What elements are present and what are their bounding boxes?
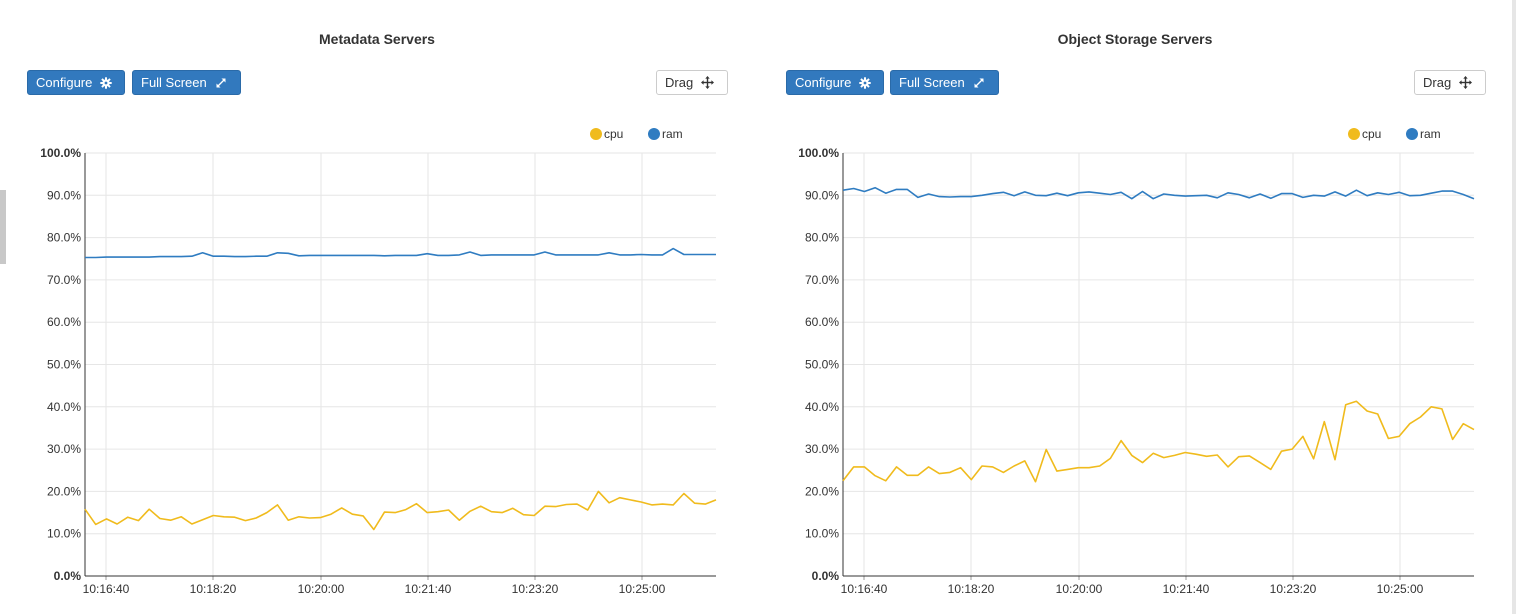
legend-swatch-ram: [1406, 128, 1418, 140]
series-line-cpu: [842, 400, 1475, 483]
expand-icon: [973, 77, 985, 89]
x-tick-label: 10:23:20: [1270, 582, 1317, 596]
x-tick-label: 10:18:20: [190, 582, 237, 596]
y-tick-label: 50.0%: [47, 358, 81, 372]
drag-button-label: Drag: [665, 75, 694, 90]
y-tick-label: 100.0%: [40, 146, 81, 160]
y-tick-label: 30.0%: [47, 442, 81, 456]
y-tick-label: 80.0%: [805, 231, 839, 245]
x-tick-label: 10:21:40: [1163, 582, 1210, 596]
series-line-ram: [842, 186, 1475, 200]
y-tick-label: 10.0%: [805, 527, 839, 541]
object-storage-servers-panel: Object Storage Servers Configure Full Sc…: [758, 0, 1516, 614]
drag-button[interactable]: Drag: [1414, 70, 1486, 95]
y-tick-label: 60.0%: [805, 315, 839, 329]
x-tick-label: 10:25:00: [619, 582, 666, 596]
full-screen-button[interactable]: Full Screen: [132, 70, 241, 95]
full-screen-button-label: Full Screen: [899, 75, 965, 90]
legend-label-ram: ram: [662, 127, 683, 141]
y-tick-label: 80.0%: [47, 231, 81, 245]
metadata-servers-chart: 0.0% 10.0% 20.0% 30.0% 40.0% 50.0% 60.0% 70.0% 8…: [40, 127, 717, 596]
panel-title: Object Storage Servers: [1057, 31, 1213, 47]
metadata-servers-panel: Metadata Servers Configure Full Screen D…: [0, 0, 758, 614]
y-tick-label: 70.0%: [47, 273, 81, 287]
x-tick-label: 10:23:20: [512, 582, 559, 596]
x-tick-label: 10:18:20: [948, 582, 995, 596]
y-tick-label: 20.0%: [805, 484, 839, 498]
drag-button[interactable]: Drag: [656, 70, 728, 95]
y-tick-label: 70.0%: [805, 273, 839, 287]
panel-title: Metadata Servers: [319, 31, 435, 47]
drag-button-label: Drag: [1423, 75, 1452, 90]
legend-label-ram: ram: [1420, 127, 1441, 141]
object-storage-servers-chart: 0.0% 10.0% 20.0% 30.0% 40.0% 50.0% 60.0% 70.0% 8…: [798, 127, 1475, 596]
legend-swatch-ram: [648, 128, 660, 140]
legend-label-cpu: cpu: [1362, 127, 1381, 141]
move-icon: [701, 76, 715, 89]
gear-icon: [859, 76, 872, 89]
legend-swatch-cpu: [590, 128, 602, 140]
x-tick-label: 10:20:00: [298, 582, 345, 596]
y-tick-label: 0.0%: [812, 569, 840, 583]
y-tick-label: 0.0%: [54, 569, 82, 583]
full-screen-button[interactable]: Full Screen: [890, 70, 999, 95]
y-tick-label: 40.0%: [47, 400, 81, 414]
configure-button-label: Configure: [36, 75, 93, 90]
x-tick-label: 10:21:40: [405, 582, 452, 596]
move-icon: [1459, 76, 1473, 89]
configure-button[interactable]: Configure: [27, 70, 125, 95]
legend-label-cpu: cpu: [604, 127, 623, 141]
full-screen-button-label: Full Screen: [141, 75, 207, 90]
y-tick-label: 40.0%: [805, 400, 839, 414]
x-tick-label: 10:16:40: [841, 582, 888, 596]
x-tick-label: 10:25:00: [1377, 582, 1424, 596]
y-tick-label: 30.0%: [805, 442, 839, 456]
y-tick-label: 90.0%: [805, 188, 839, 202]
legend-swatch-cpu: [1348, 128, 1360, 140]
x-tick-label: 10:20:00: [1056, 582, 1103, 596]
expand-icon: [215, 77, 227, 89]
y-tick-label: 50.0%: [805, 358, 839, 372]
configure-button[interactable]: Configure: [786, 70, 884, 95]
gear-icon: [100, 76, 113, 89]
y-tick-label: 60.0%: [47, 315, 81, 329]
configure-button-label: Configure: [795, 75, 852, 90]
y-tick-label: 100.0%: [798, 146, 839, 160]
y-tick-label: 20.0%: [47, 484, 81, 498]
x-tick-label: 10:16:40: [83, 582, 130, 596]
series-line-cpu: [84, 490, 717, 531]
y-tick-label: 10.0%: [47, 527, 81, 541]
series-line-ram: [85, 247, 716, 259]
y-tick-label: 90.0%: [47, 188, 81, 202]
